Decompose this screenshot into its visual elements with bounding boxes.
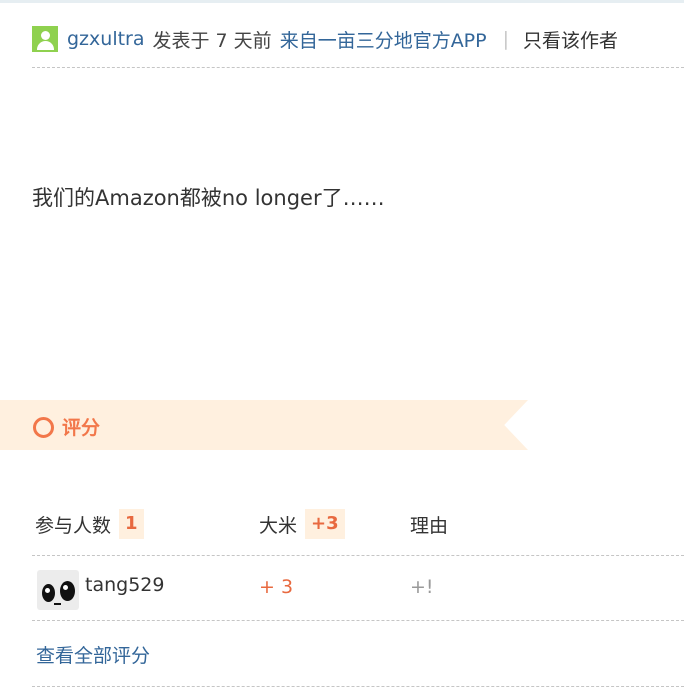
header-separator: | — [502, 28, 510, 50]
rater-reason: +! — [410, 576, 434, 598]
view-all-ratings-link[interactable]: 查看全部评分 — [36, 641, 150, 668]
author-avatar-icon[interactable] — [32, 26, 58, 52]
participants-label: 参与人数 — [35, 514, 112, 537]
reason-header: 理由 — [410, 508, 448, 540]
header-divider — [32, 67, 684, 68]
only-author-link[interactable]: 只看该作者 — [523, 26, 618, 53]
rice-label: 大米 — [259, 514, 298, 537]
top-border — [0, 0, 684, 3]
rater-avatar[interactable] — [37, 570, 79, 610]
participants-count-badge: 1 — [119, 509, 144, 539]
participants-header: 参与人数 1 — [35, 508, 144, 540]
rice-total-badge: +3 — [305, 509, 345, 539]
reason-label: 理由 — [410, 514, 449, 537]
row-divider — [32, 620, 684, 621]
post-content: 我们的Amazon都被no longer了…… — [32, 186, 385, 210]
rating-title: 评分 — [62, 417, 101, 439]
rater-username-link[interactable]: tang529 — [85, 574, 164, 596]
author-link[interactable]: gzxultra — [67, 28, 145, 50]
rating-circle-icon — [33, 417, 54, 438]
source-app-link[interactable]: 来自一亩三分地官方APP — [280, 26, 487, 53]
table-divider — [32, 555, 684, 556]
rice-header: 大米 +3 — [259, 508, 345, 540]
footer-divider — [32, 686, 684, 687]
rater-score: + 3 — [259, 576, 294, 598]
post-header: gzxultra 发表于 7 天前 来自一亩三分地官方APP | 只看该作者 — [32, 20, 684, 58]
post-time: 发表于 7 天前 — [152, 29, 272, 52]
